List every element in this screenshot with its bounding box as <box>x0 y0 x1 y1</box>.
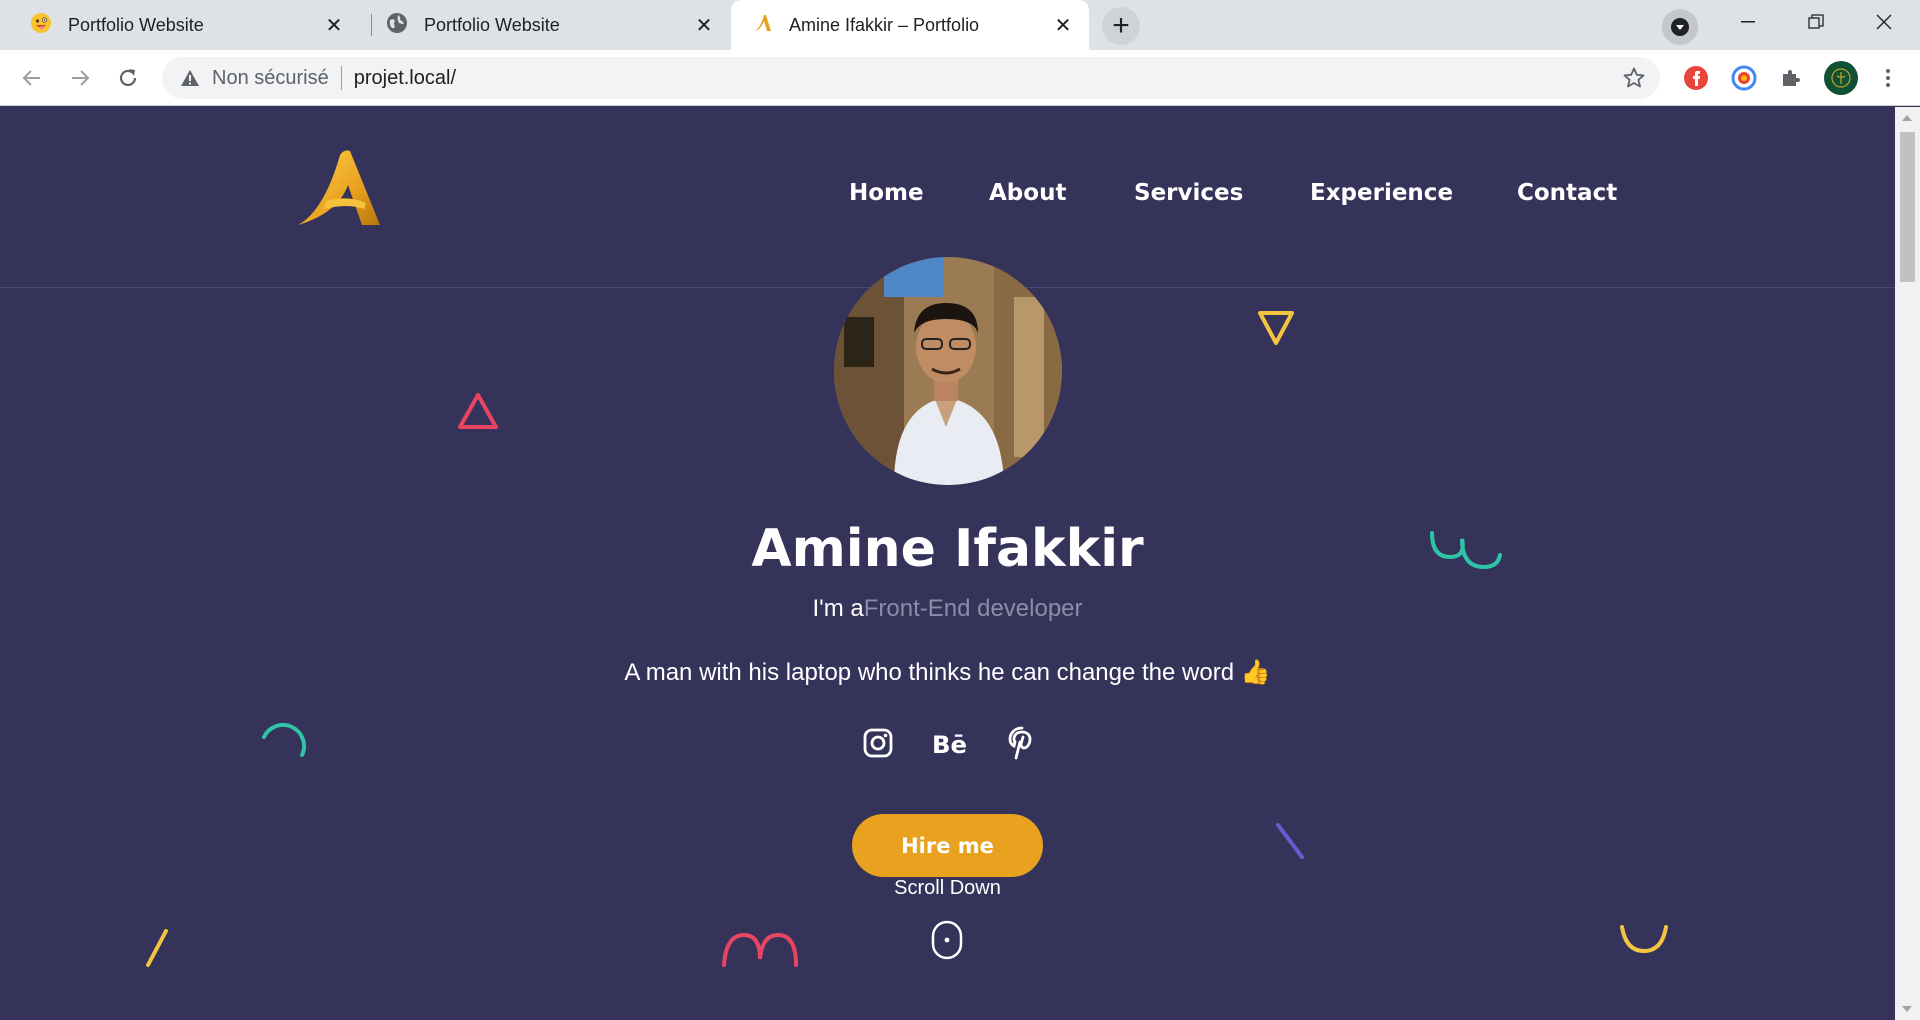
scroll-up-icon[interactable] <box>1902 115 1912 121</box>
portfolio-page: Home About Services Experience Contact A… <box>0 107 1895 1020</box>
role-prefix: I'm a <box>812 595 864 622</box>
extension-red-icon[interactable] <box>1682 64 1710 92</box>
nav-contact[interactable]: Contact <box>1517 180 1617 206</box>
nav-services[interactable]: Services <box>1134 180 1243 206</box>
minimize-icon[interactable] <box>1716 0 1780 44</box>
triangle-red-shape <box>458 393 498 429</box>
role-typed-text: Front-End developer <box>863 595 1083 622</box>
close-icon[interactable]: ✕ <box>690 11 718 39</box>
back-icon[interactable] <box>14 60 50 96</box>
close-icon[interactable]: ✕ <box>320 11 348 39</box>
instagram-icon[interactable] <box>860 725 896 761</box>
scroll-down-label[interactable]: Scroll Down <box>0 877 1895 900</box>
nav-home[interactable]: Home <box>849 180 924 206</box>
address-bar[interactable]: Non sécurisé projet.local/ <box>162 57 1660 99</box>
hire-me-button[interactable]: Hire me <box>852 814 1043 877</box>
close-icon[interactable]: ✕ <box>1049 11 1077 39</box>
close-window-icon[interactable] <box>1852 0 1916 44</box>
profile-photo <box>834 257 1062 485</box>
security-label: Non sécurisé <box>212 66 329 89</box>
social-links: Bē <box>860 725 1040 761</box>
triangle-yellow-shape <box>1258 311 1294 345</box>
scrollbar-thumb[interactable] <box>1900 132 1915 282</box>
scroll-down-icon[interactable] <box>1902 1006 1912 1012</box>
extensions-puzzle-icon[interactable] <box>1777 64 1805 92</box>
site-logo[interactable] <box>296 147 386 227</box>
svg-text:Bē: Bē <box>932 730 967 758</box>
browser-toolbar: Non sécurisé projet.local/ <box>0 50 1920 106</box>
logo-a-icon <box>753 13 773 38</box>
restore-icon[interactable] <box>1784 0 1848 44</box>
hero-tagline: A man with his laptop who thinks he can … <box>624 659 1271 686</box>
page-scrollbar[interactable] <box>1895 107 1920 1020</box>
tab-title: Portfolio Website <box>68 14 204 35</box>
arc-teal-shape <box>262 723 306 757</box>
pinterest-icon[interactable] <box>1004 725 1040 761</box>
tab-portfolio-2[interactable]: Portfolio Website ✕ <box>372 0 730 50</box>
new-tab-button[interactable]: + <box>1102 7 1140 45</box>
tab-title: Amine Ifakkir – Portfolio <box>789 14 980 35</box>
line-yellow-shape <box>146 929 168 967</box>
url-text[interactable]: projet.local/ <box>354 67 456 90</box>
bookmark-star-icon[interactable] <box>1622 66 1646 96</box>
hero-role: I'm aFront-End developer <box>0 595 1895 623</box>
hero-name: Amine Ifakkir <box>751 519 1144 579</box>
scroll-mouse-icon[interactable] <box>930 920 964 960</box>
tab-search-icon[interactable] <box>1662 9 1698 45</box>
emoji-face-icon <box>30 12 52 39</box>
divider <box>340 66 342 90</box>
profile-avatar[interactable] <box>1824 61 1858 95</box>
nav-experience[interactable]: Experience <box>1310 180 1453 206</box>
behance-icon[interactable]: Bē <box>932 725 968 761</box>
globe-icon <box>386 12 408 39</box>
tab-portfolio-1[interactable]: Portfolio Website ✕ <box>0 0 360 50</box>
smile-yellow-shape <box>1620 925 1668 954</box>
menu-kebab-icon[interactable] <box>1874 64 1902 92</box>
warning-icon[interactable] <box>180 67 202 89</box>
squiggle-teal-shape <box>1430 531 1502 570</box>
nav-about[interactable]: About <box>989 180 1066 206</box>
line-purple-shape <box>1276 823 1304 859</box>
tab-strip: Portfolio Website ✕ Portfolio Website ✕ … <box>0 0 1920 50</box>
tab-amine-portfolio[interactable]: Amine Ifakkir – Portfolio ✕ <box>731 0 1089 50</box>
tab-title: Portfolio Website <box>424 14 560 35</box>
double-arc-red-shape <box>722 932 798 967</box>
reload-icon[interactable] <box>110 60 146 96</box>
extension-color-icon[interactable] <box>1730 64 1758 92</box>
forward-icon[interactable] <box>62 60 98 96</box>
